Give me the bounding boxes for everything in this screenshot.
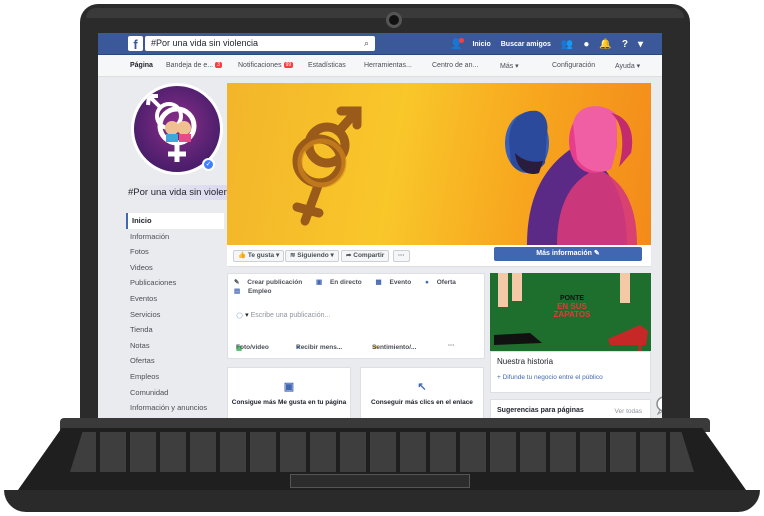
chat-bubble-icon[interactable] [654,395,662,415]
live-tab-label: En directo [329,279,362,286]
search-icon[interactable]: ⌕ [364,36,369,51]
offer-tag-icon: ● [424,279,431,286]
our-story-title: Nuestra historia [497,357,554,366]
verified-check-icon: ✓ [202,158,215,171]
sidebar-item-info[interactable]: Información [126,229,224,245]
tab-page[interactable]: Página [130,62,153,69]
notifications-bell-icon[interactable]: 🔔 [599,39,611,50]
tab-tools[interactable]: Herramientas... [364,62,412,69]
laptop-lid-shine [86,8,684,18]
sidebar-item-services[interactable]: Servicios [126,307,224,323]
top-nav-links: 👤 Inicio Buscar amigos 👥 ● 🔔 ? ▾ [450,33,643,55]
post-composer: ✎ Crear publicación ▣ En directo ▦ Event… [227,273,485,359]
promo-card-likes-label: Consigue más Me gusta en tu página [231,399,347,406]
promo-card-clicks[interactable]: ↖ Conseguir más clics en el enlace [360,367,484,418]
page-title[interactable]: #Por una vida sin violencia [128,185,241,200]
receive-messages-button-label: Recibir mens... [296,344,343,351]
composer-more-button[interactable]: ··· [448,342,455,349]
sidebar-item-posts[interactable]: Publicaciones [126,275,224,291]
live-tab[interactable]: ▣ En directo [316,279,368,286]
sidebar-item-events[interactable]: Eventos [126,291,224,307]
notifications-badge: 99 [283,62,294,68]
friend-requests-icon[interactable]: 👥 [561,39,573,50]
tab-help[interactable]: Ayuda ▾ [615,62,640,70]
following-button[interactable]: ≋ Siguiendo ▾ [285,250,339,262]
inbox-badge: 3 [215,62,222,68]
tab-inbox-label: Bandeja de e... [166,62,214,69]
composer-actions: ▩ Foto/video ● Recibir mens... ☻ Sentimi… [234,340,480,354]
composer-placeholder: Escribe una publicación... [250,312,331,319]
sidebar-item-offers[interactable]: Ofertas [126,353,224,369]
cover-photo[interactable] [227,83,651,245]
sidebar-item-jobs[interactable]: Empleos [126,369,224,385]
sidebar-item-info-and-ads[interactable]: Información y anuncios [126,400,224,416]
page-admin-nav: Página Bandeja de e... 3 Notificaciones 99… [98,55,662,77]
laptop-screen: f #Por una vida sin violencia ⌕ 👤 Inicio… [98,33,662,418]
tab-notifications[interactable]: Notificaciones 99 [238,62,294,69]
ad-banner[interactable]: PONTE EN SUS ZAPATOS [490,273,651,351]
job-tab[interactable]: ▤ Empleo [234,288,277,295]
sidebar-item-home[interactable]: Inicio [126,213,224,229]
facebook-logo-icon[interactable]: f [128,36,143,52]
account-menu-chevron-icon[interactable]: ▾ [638,39,643,50]
share-button[interactable]: ➦ Compartir [341,250,390,262]
laptop-base [4,490,760,512]
webcam-icon [386,12,402,28]
tab-notifications-label: Notificaciones [238,62,282,69]
search-input-value: #Por una vida sin violencia [151,38,259,48]
create-post-tab-label: Crear publicación [247,279,303,286]
tab-more[interactable]: Más ▾ [500,62,519,70]
job-tab-label: Empleo [247,288,272,295]
page-suggestions-title: Sugerencias para páginas [497,407,584,414]
find-friends-link[interactable]: Buscar amigos [501,41,551,48]
help-icon[interactable]: ? [622,39,628,50]
cursor-icon: ↖ [417,381,427,393]
promo-card-clicks-label: Conseguir más clics en el enlace [371,399,473,406]
touchpad [290,474,470,488]
facebook-top-bar: f #Por una vida sin violencia ⌕ 👤 Inicio… [98,33,662,55]
sidebar-item-community[interactable]: Comunidad [126,385,224,401]
sidebar-item-photos[interactable]: Fotos [126,244,224,260]
feeling-button-label: Sentimiento/... [372,344,417,351]
pencil-icon: ✎ [234,279,242,286]
page-avatar-icon: ◌ [236,308,244,322]
page-side-menu: Inicio Información Fotos Videos Publicac… [126,213,224,416]
offer-tab[interactable]: ● Oferta [425,279,462,286]
tab-ad-center[interactable]: Centro de an... [432,62,478,69]
ad-text: PONTE EN SUS ZAPATOS [542,295,602,319]
profile-avatar-icon[interactable]: 👤 [450,37,465,50]
following-button-label: Siguiendo ▾ [297,252,334,259]
create-post-tab[interactable]: ✎ Crear publicación [234,279,308,286]
our-story-box: Nuestra historia + Difunde tu negocio en… [490,351,651,393]
photo-video-button-label: Foto/video [236,344,269,351]
more-options-button[interactable]: ··· [393,250,410,262]
video-camera-icon: ▣ [315,279,324,286]
messenger-icon[interactable]: ● [583,39,589,50]
calendar-icon: ▦ [375,279,384,286]
page-suggestions-box: Sugerencias para páginas Ver todas [490,399,651,418]
sidebar-item-videos[interactable]: Videos [126,260,224,276]
briefcase-icon: ▤ [234,288,242,295]
like-button[interactable]: 👍 Te gusta ▾ [233,250,285,262]
sidebar-item-notes[interactable]: Notas [126,338,224,354]
tab-inbox[interactable]: Bandeja de e... 3 [166,62,222,69]
tab-statistics[interactable]: Estadísticas [308,62,346,69]
event-tab-label: Evento [389,279,412,286]
sidebar-item-shop[interactable]: Tienda [126,322,224,338]
see-all-link[interactable]: Ver todas [615,408,642,415]
tab-settings[interactable]: Configuración [552,62,595,69]
event-tab[interactable]: ▦ Evento [376,279,418,286]
ad-line-3: ZAPATOS [553,310,591,319]
keyboard-keys [70,432,694,472]
composer-tabs: ✎ Crear publicación ▣ En directo ▦ Event… [234,278,484,296]
search-input[interactable]: #Por una vida sin violencia ⌕ [145,36,375,51]
page-like-icon: ▣ [283,381,295,393]
promo-card-likes[interactable]: ▣ Consigue más Me gusta en tu página [227,367,351,418]
cover-illustration [292,106,637,245]
more-info-button[interactable]: Más información ✎ [494,247,642,261]
offer-tab-label: Oferta [436,279,456,286]
promote-business-link[interactable]: + Difunde tu negocio entre el público [497,374,603,381]
home-link[interactable]: Inicio [472,41,490,48]
composer-input[interactable]: ◌ ▾ Escribe una publicación... [236,308,330,322]
